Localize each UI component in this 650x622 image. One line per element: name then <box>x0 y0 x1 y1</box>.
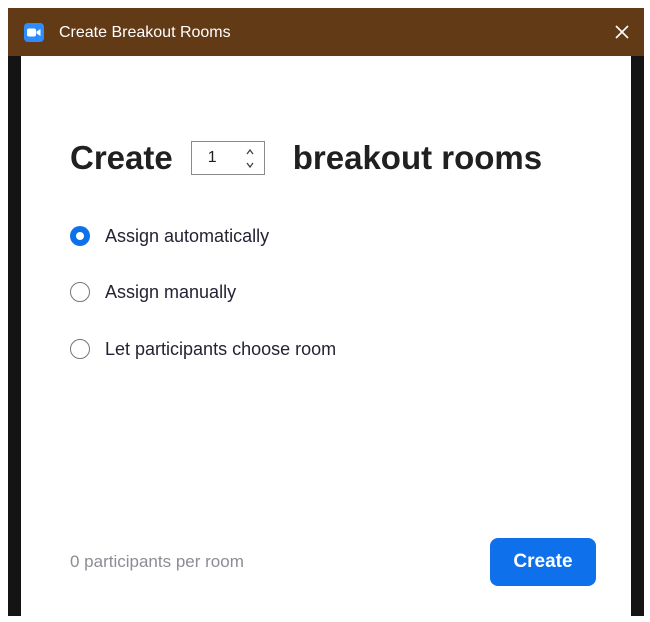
room-count-heading: Create 1 breakout rooms <box>70 136 542 180</box>
heading-prefix: Create <box>70 139 173 176</box>
radio-button-selected[interactable] <box>70 226 90 246</box>
option-label: Let participants choose room <box>105 338 337 359</box>
option-label: Assign automatically <box>105 225 270 246</box>
option-assign-automatically[interactable]: Assign automatically <box>70 223 269 249</box>
dialog-content: Create 1 breakout rooms Assign automatic… <box>21 56 631 622</box>
room-count-value[interactable]: 1 <box>208 149 217 167</box>
option-label: Assign manually <box>105 281 237 302</box>
close-button[interactable] <box>606 16 638 48</box>
participants-per-room-text: 0 participants per room <box>70 552 244 571</box>
window-title: Create Breakout Rooms <box>59 24 231 41</box>
chevron-up-icon[interactable] <box>245 146 255 158</box>
close-icon <box>615 25 629 39</box>
radio-button[interactable] <box>70 282 90 302</box>
room-count-stepper[interactable]: 1 <box>190 141 265 175</box>
title-bar: Create Breakout Rooms <box>8 8 644 56</box>
radio-button[interactable] <box>70 339 90 359</box>
breakout-rooms-window: Create Breakout Rooms Create 1 breakout … <box>8 8 644 622</box>
heading-suffix: breakout rooms <box>292 139 543 176</box>
option-assign-manually[interactable]: Assign manually <box>70 279 236 305</box>
create-button[interactable]: Create <box>490 538 596 586</box>
option-let-participants-choose[interactable]: Let participants choose room <box>70 336 336 362</box>
zoom-camera-icon <box>24 23 44 42</box>
chevron-down-icon[interactable] <box>245 159 255 171</box>
